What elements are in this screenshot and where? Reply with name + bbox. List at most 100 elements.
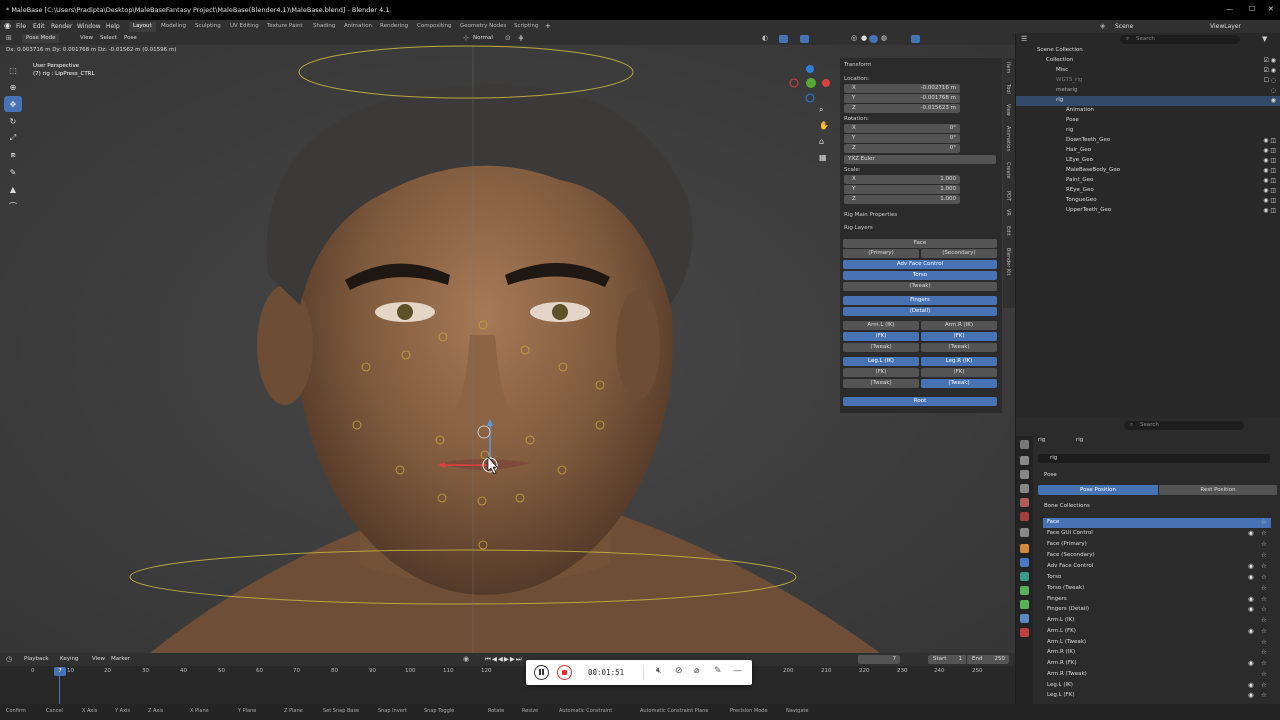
bone-collection-face-primary[interactable]: Face (Primary) ☆ [1043, 540, 1271, 550]
viewlayer-selector[interactable]: ViewLayer [1210, 23, 1241, 30]
rotation-x-field[interactable]: X 0° [844, 124, 960, 133]
transform-orientation-selector[interactable]: Normal [473, 35, 493, 41]
tab-edit[interactable]: Edit [1005, 226, 1011, 236]
outliner-filter-icon[interactable]: ▼ [1262, 35, 1267, 43]
measure-tool-icon[interactable]: ▲ [4, 181, 22, 197]
render-tab-icon[interactable] [1020, 456, 1029, 465]
layer-leg-l-ik-button[interactable]: Leg.L (IK) [843, 357, 919, 366]
tab-pdt[interactable]: PDT [1005, 191, 1011, 201]
layer-leg-l-fk-button[interactable]: (FK) [843, 368, 919, 377]
annotate-tool-icon[interactable]: ✎ [4, 164, 22, 180]
stop-recording-button[interactable] [557, 665, 572, 680]
timeline-editor-icon[interactable]: ◷ [6, 655, 12, 663]
scene-selector[interactable]: Scene [1115, 23, 1133, 30]
transform-header[interactable]: Transform [844, 62, 871, 68]
rotation-z-field[interactable]: Z 0° [844, 144, 960, 153]
add-workspace-button[interactable]: + [545, 22, 551, 30]
tab-view[interactable]: View [1005, 104, 1011, 116]
outliner-row-hair-geo[interactable]: Hair_Geo ◉ ◫ [1016, 146, 1280, 156]
playhead[interactable]: 7 [54, 667, 66, 676]
scale-z-field[interactable]: Z 1.000 [844, 195, 960, 204]
rotation-y-field[interactable]: Y 0° [844, 134, 960, 143]
workspace-tab-animation[interactable]: Animation [340, 22, 376, 32]
outliner-row-pose[interactable]: Pose [1016, 116, 1280, 126]
workspace-tab-compositing[interactable]: Compositing [413, 22, 455, 32]
output-tab-icon[interactable] [1020, 470, 1029, 479]
world-tab-icon[interactable] [1020, 512, 1029, 521]
tab-create[interactable]: Create [1005, 162, 1011, 179]
pose-position-button[interactable]: Pose Position [1038, 485, 1158, 495]
layer-fingers-detail-button[interactable]: (Detail) [843, 307, 997, 316]
layer-arm-r-ik-button[interactable]: Arm.R (IK) [921, 321, 997, 330]
end-frame-field[interactable]: End 250 [967, 655, 1009, 664]
mic-off-icon[interactable]: ⊘ [675, 666, 683, 676]
layer-arm-l-ik-button[interactable]: Arm.L (IK) [843, 321, 919, 330]
tab-blender-kit[interactable]: Blender Kit [1005, 248, 1011, 276]
outliner-row-animation[interactable]: Animation [1016, 106, 1280, 116]
outliner-row-leye-geo[interactable]: LEye_Geo ◉ ◫ [1016, 156, 1280, 166]
outliner-row-scene-collection[interactable]: Scene Collection [1016, 46, 1280, 56]
maximize-button[interactable]: ☐ [1249, 5, 1255, 13]
outliner-row-rig[interactable]: rig ◉ [1016, 96, 1280, 106]
pause-recording-button[interactable] [534, 665, 549, 680]
rotation-mode-select[interactable]: YXZ Euler [844, 155, 996, 164]
auto-keying-icon[interactable]: ◉ [463, 655, 469, 663]
armature-name-field[interactable]: rig [1038, 454, 1270, 463]
workspace-tab-scripting[interactable]: Scripting [510, 22, 542, 32]
tool-tab-icon[interactable] [1020, 440, 1029, 449]
menu-pose[interactable]: Pose [124, 35, 137, 41]
close-button[interactable]: ✕ [1268, 5, 1274, 13]
menu-marker[interactable]: Marker [111, 656, 130, 662]
menu-keying[interactable]: Keying [60, 656, 78, 662]
collection-tab-icon[interactable] [1020, 528, 1029, 537]
layer-fingers-button[interactable]: Fingers [843, 296, 997, 305]
workspace-tab-shading[interactable]: Shading [309, 22, 339, 32]
cursor-tool-icon[interactable]: ⊕ [4, 79, 22, 95]
gizmo-toggle-icon[interactable] [779, 35, 788, 43]
menu-edit[interactable]: Edit [33, 23, 45, 30]
bone-collections-header[interactable]: Bone Collections [1044, 503, 1090, 509]
menu-select[interactable]: Select [100, 35, 117, 41]
workspace-tab-sculpting[interactable]: Sculpting [191, 22, 225, 32]
bone-collection-arm-l-ik[interactable]: Arm.L (IK) ☆ [1043, 616, 1271, 626]
shading-material-icon[interactable] [869, 35, 878, 43]
bone-collection-leg-l-fk[interactable]: Leg.L (FK) ◉ ☆ [1043, 691, 1271, 701]
layer-leg-r-ik-button[interactable]: Leg.R (IK) [921, 357, 997, 366]
scale-x-field[interactable]: X 1.000 [844, 175, 960, 184]
layer-face-primary-button[interactable]: (Primary) [843, 249, 919, 258]
rig-layers-header[interactable]: Rig Layers [844, 225, 873, 231]
menu-playback[interactable]: Playback [24, 656, 49, 662]
outliner-search-input[interactable]: ⌕ Search [1120, 35, 1240, 44]
layer-arm-r-fk-button[interactable]: (FK) [921, 332, 997, 341]
layer-leg-l-tweak-button[interactable]: (Tweak) [843, 379, 919, 388]
shading-rendered-icon[interactable]: ◍ [881, 34, 887, 42]
grid-icon[interactable]: ▦ [819, 153, 827, 162]
bone-collection-arm-l-fk[interactable]: Arm.L (FK) ◉ ☆ [1043, 627, 1271, 637]
layer-arm-r-tweak-button[interactable]: (Tweak) [921, 343, 997, 352]
tab-item[interactable]: Item [1005, 62, 1011, 73]
bone-collection-face[interactable]: Face ☆ [1043, 518, 1271, 528]
bone-collection-fingers-detail[interactable]: Fingers (Detail) ◉ ☆ [1043, 605, 1271, 615]
outliner-row-upperteeth-geo[interactable]: UpperTeeth_Geo ◉ ◫ [1016, 206, 1280, 216]
shading-wireframe-icon[interactable]: ◎ [851, 34, 857, 42]
outliner-row-downteeth-geo[interactable]: DownTeeth_Geo ◉ ◫ [1016, 136, 1280, 146]
outliner-row-malebasebody-geo[interactable]: MaleBaseBody_Geo ◉ ◫ [1016, 166, 1280, 176]
bone-tool-icon[interactable]: ⌒ [4, 198, 22, 214]
workspace-tab-texture-paint[interactable]: Texture Paint [263, 22, 307, 32]
location-z-field[interactable]: Z -0.015623 m [844, 104, 960, 113]
bone-collection-face-secondary[interactable]: Face (Secondary) ☆ [1043, 551, 1271, 561]
location-y-field[interactable]: Y -0.001768 m [844, 94, 960, 103]
scale-y-field[interactable]: Y 1.000 [844, 185, 960, 194]
minimize-recorder-icon[interactable]: — [733, 666, 742, 676]
rotate-tool-icon[interactable]: ↻ [4, 113, 22, 129]
shading-solid-icon[interactable]: ● [861, 34, 867, 42]
tab-vr[interactable]: VR [1005, 209, 1011, 216]
tab-tool[interactable]: Tool [1005, 84, 1011, 94]
outliner-editor-icon[interactable]: ☰ [1021, 35, 1027, 43]
transform-tool-icon[interactable]: ⧈ [4, 147, 22, 163]
mute-speaker-icon[interactable]: 🔇︎ [656, 666, 662, 676]
layer-leg-r-tweak-button[interactable]: (Tweak) [921, 379, 997, 388]
bone-collection-arm-r-ik[interactable]: Arm.R (IK) ☆ [1043, 648, 1271, 658]
outliner-row-paint-geo[interactable]: Paint_Geo ◉ ◫ [1016, 176, 1280, 186]
editor-type-icon[interactable]: ⊞ [6, 34, 12, 42]
